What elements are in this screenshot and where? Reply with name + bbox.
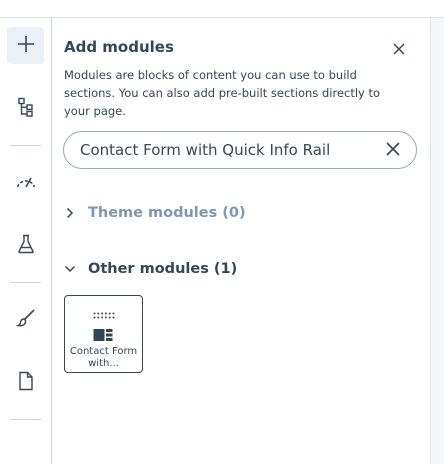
structure-tree-icon bbox=[17, 97, 35, 121]
search-field[interactable] bbox=[63, 131, 417, 169]
chevron-right-icon bbox=[64, 207, 76, 219]
add-modules-panel: Add modules Modules are blocks of conten… bbox=[52, 18, 430, 464]
theme-modules-section-toggle[interactable]: Theme modules (0) bbox=[64, 202, 246, 224]
plus-icon bbox=[16, 34, 36, 58]
close-icon bbox=[386, 141, 400, 160]
close-button[interactable] bbox=[391, 41, 407, 57]
design-button[interactable] bbox=[7, 301, 44, 338]
section-label: Other modules (1) bbox=[88, 261, 238, 277]
page-icon bbox=[18, 371, 34, 395]
test-flask-icon bbox=[17, 234, 35, 258]
scrollbar[interactable] bbox=[430, 18, 444, 464]
chevron-down-icon bbox=[64, 263, 76, 275]
add-modules-button[interactable] bbox=[7, 27, 44, 64]
other-modules-section-toggle[interactable]: Other modules (1) bbox=[64, 258, 237, 280]
section-label: Theme modules (0) bbox=[88, 205, 246, 221]
close-icon bbox=[393, 40, 405, 59]
performance-gauge-icon bbox=[15, 172, 37, 194]
optimize-button[interactable] bbox=[7, 164, 44, 201]
paintbrush-icon bbox=[15, 308, 36, 332]
module-label: Contact Form with... bbox=[69, 346, 138, 369]
page-settings-button[interactable] bbox=[7, 364, 44, 401]
drag-handle-icon[interactable] bbox=[93, 305, 115, 324]
panel-description: Modules are blocks of content you can us… bbox=[64, 68, 381, 118]
search-input[interactable] bbox=[80, 140, 380, 160]
form-layout-icon bbox=[93, 327, 113, 346]
rail-divider bbox=[10, 282, 41, 283]
rail-divider bbox=[10, 145, 41, 146]
left-rail bbox=[0, 18, 51, 464]
structure-button[interactable] bbox=[7, 90, 44, 127]
test-button[interactable] bbox=[7, 227, 44, 264]
panel-title: Add modules bbox=[64, 38, 174, 56]
rail-divider bbox=[10, 419, 41, 420]
module-card[interactable]: Contact Form with... bbox=[64, 295, 143, 373]
clear-search-button[interactable] bbox=[385, 141, 401, 160]
